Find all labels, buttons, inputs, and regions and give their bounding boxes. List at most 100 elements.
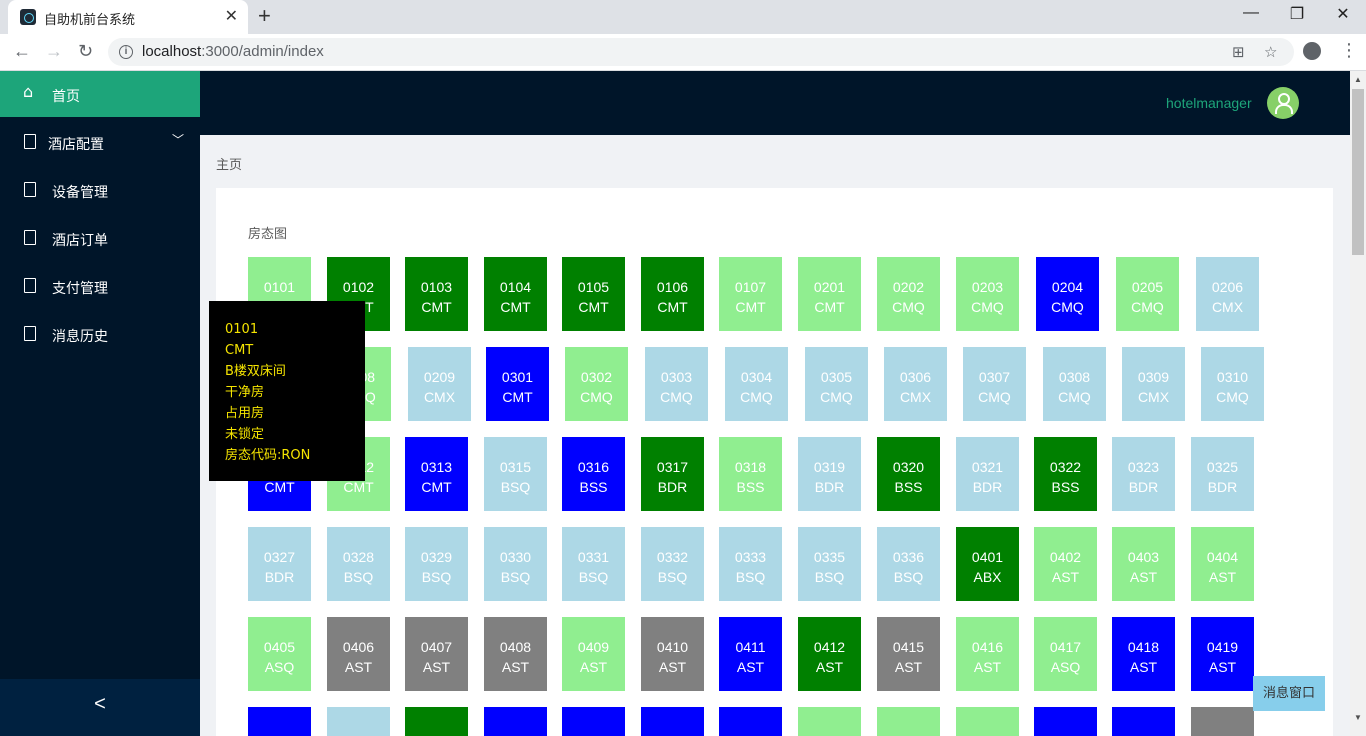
room-tile[interactable] <box>956 707 1019 736</box>
room-tile[interactable]: 0308 CMQ <box>1043 347 1106 421</box>
room-tile[interactable] <box>1034 707 1097 736</box>
room-tile[interactable] <box>248 707 311 736</box>
room-tile[interactable]: 0106 CMT <box>641 257 704 331</box>
room-tile[interactable]: 0406 AST <box>327 617 390 691</box>
room-tile[interactable]: 0415 AST <box>877 617 940 691</box>
room-tile[interactable] <box>327 707 390 736</box>
room-tile[interactable] <box>562 707 625 736</box>
room-tile[interactable]: 0307 CMQ <box>963 347 1026 421</box>
room-tile[interactable]: 0412 AST <box>798 617 861 691</box>
room-tile[interactable]: 0209 CMX <box>408 347 471 421</box>
address-bar[interactable]: i localhost:3000/admin/index ⊞ ☆ <box>108 38 1294 66</box>
reload-icon[interactable]: ↻ <box>78 41 93 62</box>
room-tile[interactable]: 0317 BDR <box>641 437 704 511</box>
back-icon[interactable]: ← <box>13 41 31 62</box>
room-tile[interactable]: 0306 CMX <box>884 347 947 421</box>
room-tile[interactable]: 0410 AST <box>641 617 704 691</box>
room-tile[interactable]: 0203 CMQ <box>956 257 1019 331</box>
room-tile[interactable]: 0318 BSS <box>719 437 782 511</box>
room-tile[interactable]: 0105 CMT <box>562 257 625 331</box>
room-tile[interactable] <box>484 707 547 736</box>
room-tile[interactable]: 0304 CMQ <box>725 347 788 421</box>
close-window-icon[interactable]: ✕ <box>1320 4 1366 30</box>
room-tile[interactable] <box>641 707 704 736</box>
room-tile[interactable]: 0316 BSS <box>562 437 625 511</box>
room-tile[interactable]: 0332 BSQ <box>641 527 704 601</box>
info-icon[interactable]: i <box>119 45 133 59</box>
sidebar-item-home[interactable]: 首页 <box>0 71 200 117</box>
room-tile[interactable]: 0328 BSQ <box>327 527 390 601</box>
room-tile[interactable]: 0409 AST <box>562 617 625 691</box>
profile-icon[interactable] <box>1303 42 1321 60</box>
room-tile[interactable]: 0206 CMX <box>1196 257 1259 331</box>
username[interactable]: hotelmanager <box>1166 95 1252 111</box>
room-tile[interactable]: 0325 BDR <box>1191 437 1254 511</box>
room-tile[interactable] <box>798 707 861 736</box>
room-tile[interactable]: 0401 ABX <box>956 527 1019 601</box>
star-icon[interactable]: ☆ <box>1264 43 1277 61</box>
new-tab-icon[interactable]: + <box>258 3 271 29</box>
room-tile[interactable]: 0201 CMT <box>798 257 861 331</box>
room-tile[interactable]: 0301 CMT <box>486 347 549 421</box>
translate-icon[interactable]: ⊞ <box>1232 43 1245 61</box>
browser-tab[interactable]: 自助机前台系统 ✕ <box>8 0 248 34</box>
room-tile[interactable]: 0417 ASQ <box>1034 617 1097 691</box>
scrollbar[interactable]: ▲ ▼ <box>1350 71 1366 736</box>
message-window-button[interactable]: 消息窗口 <box>1253 676 1325 711</box>
scroll-up-icon[interactable]: ▲ <box>1354 75 1362 84</box>
room-tile[interactable]: 0303 CMQ <box>645 347 708 421</box>
room-tile[interactable]: 0310 CMQ <box>1201 347 1264 421</box>
room-tile[interactable]: 0404 AST <box>1191 527 1254 601</box>
room-tile[interactable]: 0336 BSQ <box>877 527 940 601</box>
room-tile[interactable]: 0205 CMQ <box>1116 257 1179 331</box>
room-tile[interactable]: 0419 AST <box>1191 617 1254 691</box>
restore-icon[interactable]: ❐ <box>1274 4 1320 30</box>
room-tile[interactable]: 0103 CMT <box>405 257 468 331</box>
room-tile[interactable]: 0204 CMQ <box>1036 257 1099 331</box>
room-tile[interactable]: 0319 BDR <box>798 437 861 511</box>
sidebar-item-device-mgmt[interactable]: 设备管理 <box>0 167 200 215</box>
room-tile[interactable]: 0305 CMQ <box>805 347 868 421</box>
room-tile[interactable]: 0202 CMQ <box>877 257 940 331</box>
room-tile[interactable]: 0335 BSQ <box>798 527 861 601</box>
room-tile[interactable] <box>719 707 782 736</box>
room-tile[interactable]: 0418 AST <box>1112 617 1175 691</box>
room-tile[interactable] <box>877 707 940 736</box>
room-tile[interactable] <box>405 707 468 736</box>
minimize-icon[interactable]: — <box>1228 4 1274 30</box>
room-tile[interactable]: 0107 CMT <box>719 257 782 331</box>
room-tile[interactable] <box>1112 707 1175 736</box>
forward-icon[interactable]: → <box>45 41 63 62</box>
room-tile[interactable]: 0309 CMX <box>1122 347 1185 421</box>
room-tile[interactable]: 0411 AST <box>719 617 782 691</box>
sidebar-item-payment-mgmt[interactable]: 支付管理 <box>0 263 200 311</box>
room-tile[interactable]: 0323 BDR <box>1112 437 1175 511</box>
avatar[interactable] <box>1267 87 1299 119</box>
room-tile[interactable]: 0405 ASQ <box>248 617 311 691</box>
room-tile[interactable]: 0315 BSQ <box>484 437 547 511</box>
room-tile[interactable]: 0331 BSQ <box>562 527 625 601</box>
room-tile[interactable]: 0407 AST <box>405 617 468 691</box>
room-tile[interactable]: 0333 BSQ <box>719 527 782 601</box>
room-tile[interactable]: 0330 BSQ <box>484 527 547 601</box>
room-tile[interactable]: 0313 CMT <box>405 437 468 511</box>
room-tile[interactable]: 0327 BDR <box>248 527 311 601</box>
room-tile[interactable]: 0408 AST <box>484 617 547 691</box>
room-tile[interactable]: 0322 BSS <box>1034 437 1097 511</box>
room-tile[interactable]: 0104 CMT <box>484 257 547 331</box>
room-tile[interactable]: 0321 BDR <box>956 437 1019 511</box>
sidebar-collapse-button[interactable]: < <box>0 679 200 736</box>
more-menu-icon[interactable]: ⋮ <box>1340 40 1358 61</box>
room-tile[interactable]: 0402 AST <box>1034 527 1097 601</box>
sidebar-item-hotel-config[interactable]: 酒店配置 ﹀ <box>0 119 200 167</box>
room-tile[interactable]: 0416 AST <box>956 617 1019 691</box>
close-tab-icon[interactable]: ✕ <box>225 6 238 26</box>
scroll-down-icon[interactable]: ▼ <box>1354 713 1362 722</box>
sidebar-item-hotel-orders[interactable]: 酒店订单 <box>0 215 200 263</box>
room-tile[interactable] <box>1191 707 1254 736</box>
room-tile[interactable]: 0329 BSQ <box>405 527 468 601</box>
scrollbar-thumb[interactable] <box>1352 89 1364 255</box>
room-tile[interactable]: 0320 BSS <box>877 437 940 511</box>
sidebar-item-message-history[interactable]: 消息历史 <box>0 311 200 359</box>
room-tile[interactable]: 0403 AST <box>1112 527 1175 601</box>
